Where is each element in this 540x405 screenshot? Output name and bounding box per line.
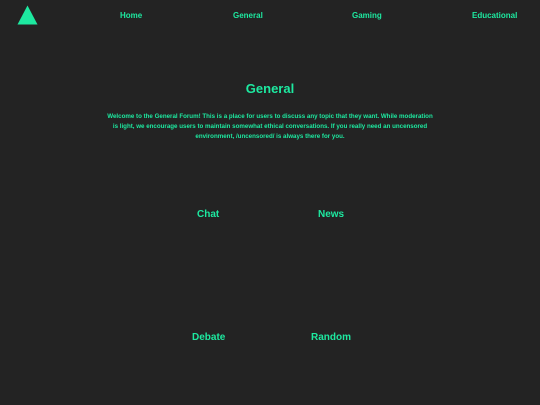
nav-gaming-link[interactable]: Gaming xyxy=(352,11,382,20)
forum-page: Home General Gaming Educational General … xyxy=(0,0,540,405)
forum-intro-text: Welcome to the General Forum! This is a … xyxy=(107,113,433,140)
triangle-logo-icon[interactable] xyxy=(17,5,38,25)
nav-general-link[interactable]: General xyxy=(233,11,263,20)
category-random-link[interactable]: Random xyxy=(311,332,351,343)
category-debate-link[interactable]: Debate xyxy=(192,332,225,343)
nav-educational-link[interactable]: Educational xyxy=(472,11,517,20)
category-news-link[interactable]: News xyxy=(318,209,344,220)
nav-home-link[interactable]: Home xyxy=(120,11,142,20)
page-title: General xyxy=(245,81,295,96)
category-chat-link[interactable]: Chat xyxy=(197,209,219,220)
